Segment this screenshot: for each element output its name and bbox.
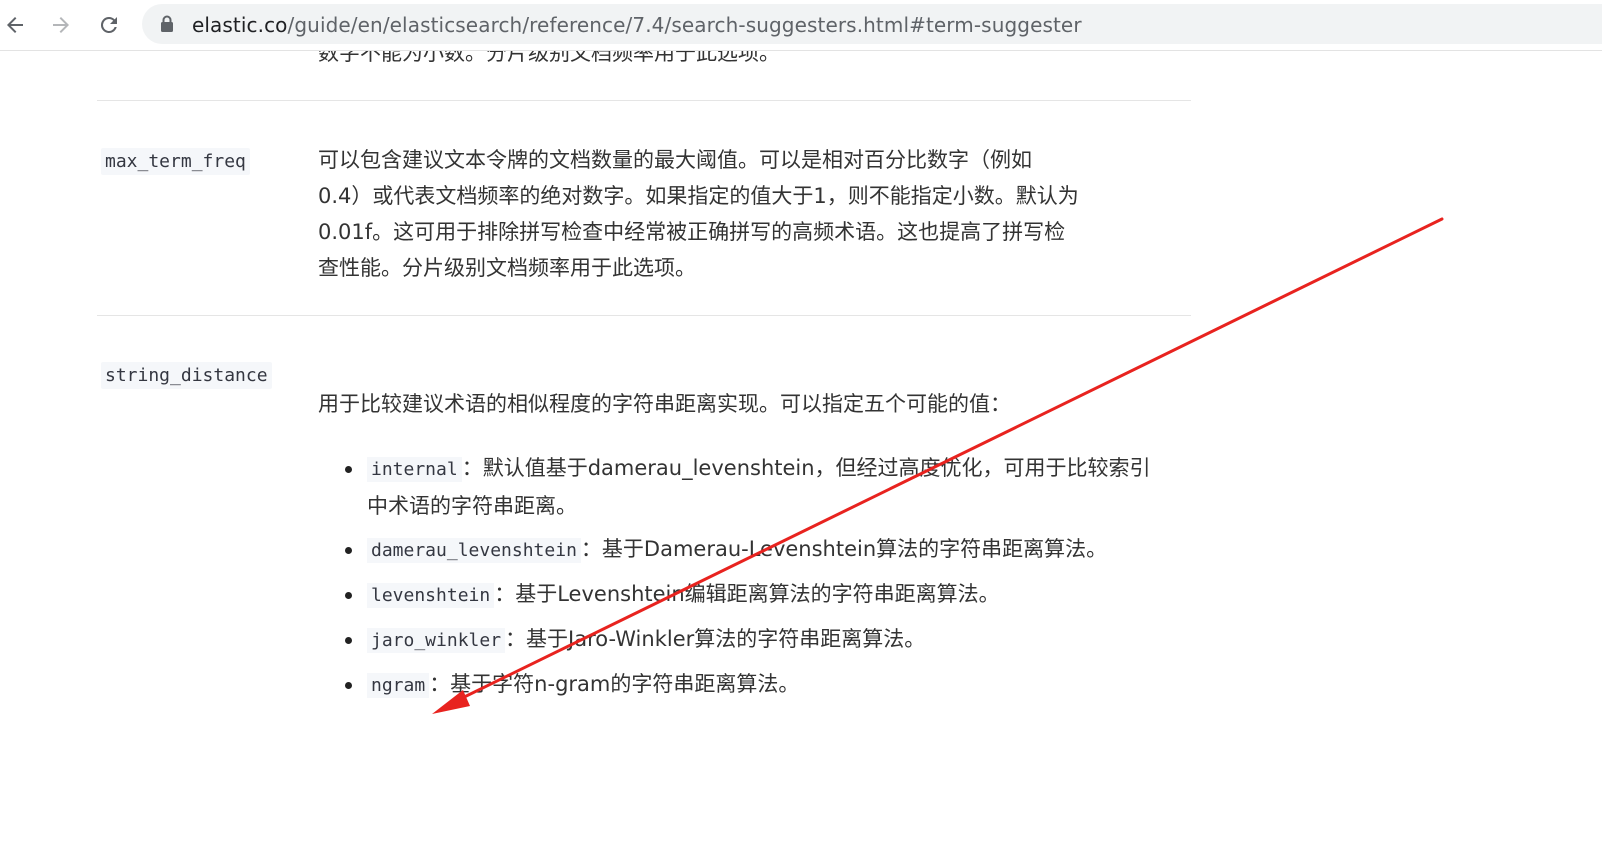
row-divider: [97, 100, 1191, 101]
param-description-string-distance: 用于比较建议术语的相似程度的字符串距离实现。可以指定五个可能的值：: [318, 392, 1011, 416]
option-code: levenshtein: [367, 583, 495, 608]
option-code: jaro_winkler: [367, 628, 506, 653]
url-domain: elastic.co: [192, 13, 288, 37]
doc-content: 数字不能为小数。分片级别文档频率用于此选项。 max_term_freq 可以包…: [0, 0, 1602, 860]
reload-button[interactable]: [92, 8, 126, 42]
param-description-max-term-freq: 可以包含建议文本令牌的文档数量的最大阈值。可以是相对百分比数字（例如 0.4）或…: [318, 142, 1198, 286]
description-line: 查性能。分片级别文档频率用于此选项。: [318, 256, 696, 280]
option-text: ：基于Jaro-Winkler算法的字符串距离算法。: [505, 627, 926, 651]
url-text: elastic.co/guide/en/elasticsearch/refere…: [192, 13, 1082, 37]
list-item: levenshtein ：基于Levenshtein编辑距离算法的字符串距离算法。: [340, 576, 1160, 614]
list-item: ngram ：基于字符n-gram的字符串距离算法。: [340, 666, 1160, 704]
option-text: ：默认值基于damerau_levenshtein，但经过高度优化，可用于比较索…: [367, 456, 1151, 518]
option-code: ngram: [367, 673, 430, 698]
list-item: jaro_winkler ：基于Jaro-Winkler算法的字符串距离算法。: [340, 621, 1160, 659]
url-path: /guide/en/elasticsearch/reference/7.4/se…: [287, 13, 1082, 37]
param-name-max-term-freq: max_term_freq: [101, 148, 250, 175]
reload-icon: [100, 16, 117, 33]
row-divider: [97, 315, 1191, 316]
list-item: internal ：默认值基于damerau_levenshtein，但经过高度优…: [340, 450, 1160, 524]
arrow-right-icon: [53, 17, 69, 33]
description-line: 0.4）或代表文档频率的绝对数字。如果指定的值大于1，则不能指定小数。默认为: [318, 184, 1079, 208]
string-distance-options: internal ：默认值基于damerau_levenshtein，但经过高度优…: [340, 450, 1160, 711]
description-line: 可以包含建议文本令牌的文档数量的最大阈值。可以是相对百分比数字（例如: [318, 148, 1032, 172]
browser-toolbar: elastic.co/guide/en/elasticsearch/refere…: [0, 0, 1602, 51]
option-code: internal: [367, 457, 462, 482]
address-bar[interactable]: elastic.co/guide/en/elasticsearch/refere…: [142, 4, 1602, 44]
option-text: ：基于字符n-gram的字符串距离算法。: [429, 672, 800, 696]
option-code: damerau_levenshtein: [367, 538, 581, 563]
back-button[interactable]: [0, 8, 32, 42]
arrow-left-icon: [7, 17, 23, 33]
forward-button[interactable]: [44, 8, 78, 42]
param-name-string-distance: string_distance: [101, 362, 272, 389]
option-text: ：基于Damerau-Levenshtein算法的字符串距离算法。: [580, 537, 1108, 561]
list-item: damerau_levenshtein ：基于Damerau-Levenshtei…: [340, 531, 1160, 569]
option-text: ：基于Levenshtein编辑距离算法的字符串距离算法。: [494, 582, 1000, 606]
lock-icon: [161, 15, 173, 32]
description-line: 0.01f。这可用于排除拼写检查中经常被正确拼写的高频术语。这也提高了拼写检: [318, 220, 1066, 244]
